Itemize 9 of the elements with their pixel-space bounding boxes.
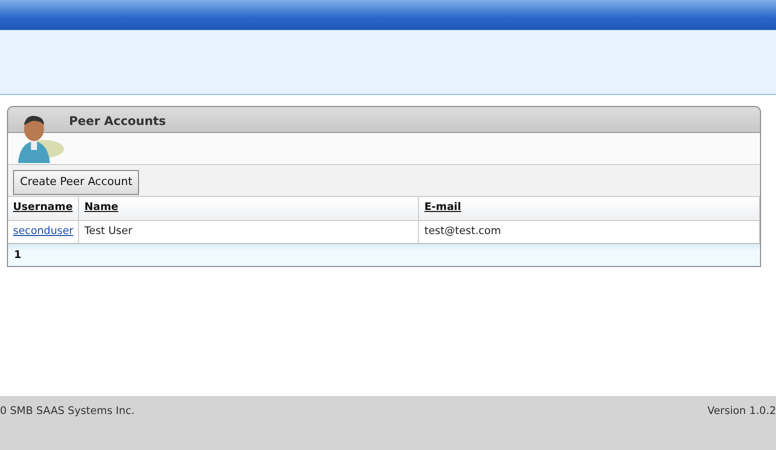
table-cell: Test User — [78, 220, 419, 243]
panel-title: Peer Accounts — [69, 114, 166, 128]
create-button[interactable]: Create Peer Account — [13, 170, 140, 194]
column-header-link[interactable]: Name — [84, 201, 118, 214]
table-cell: test@test.com — [418, 220, 760, 243]
page-link[interactable]: 1 — [14, 249, 22, 261]
copyright-text: 0 SMB SAAS Systems Inc. — [0, 404, 135, 419]
version-text: Version 1.0.2 — [707, 404, 776, 419]
column-header-link[interactable]: E-mail — [424, 201, 462, 214]
